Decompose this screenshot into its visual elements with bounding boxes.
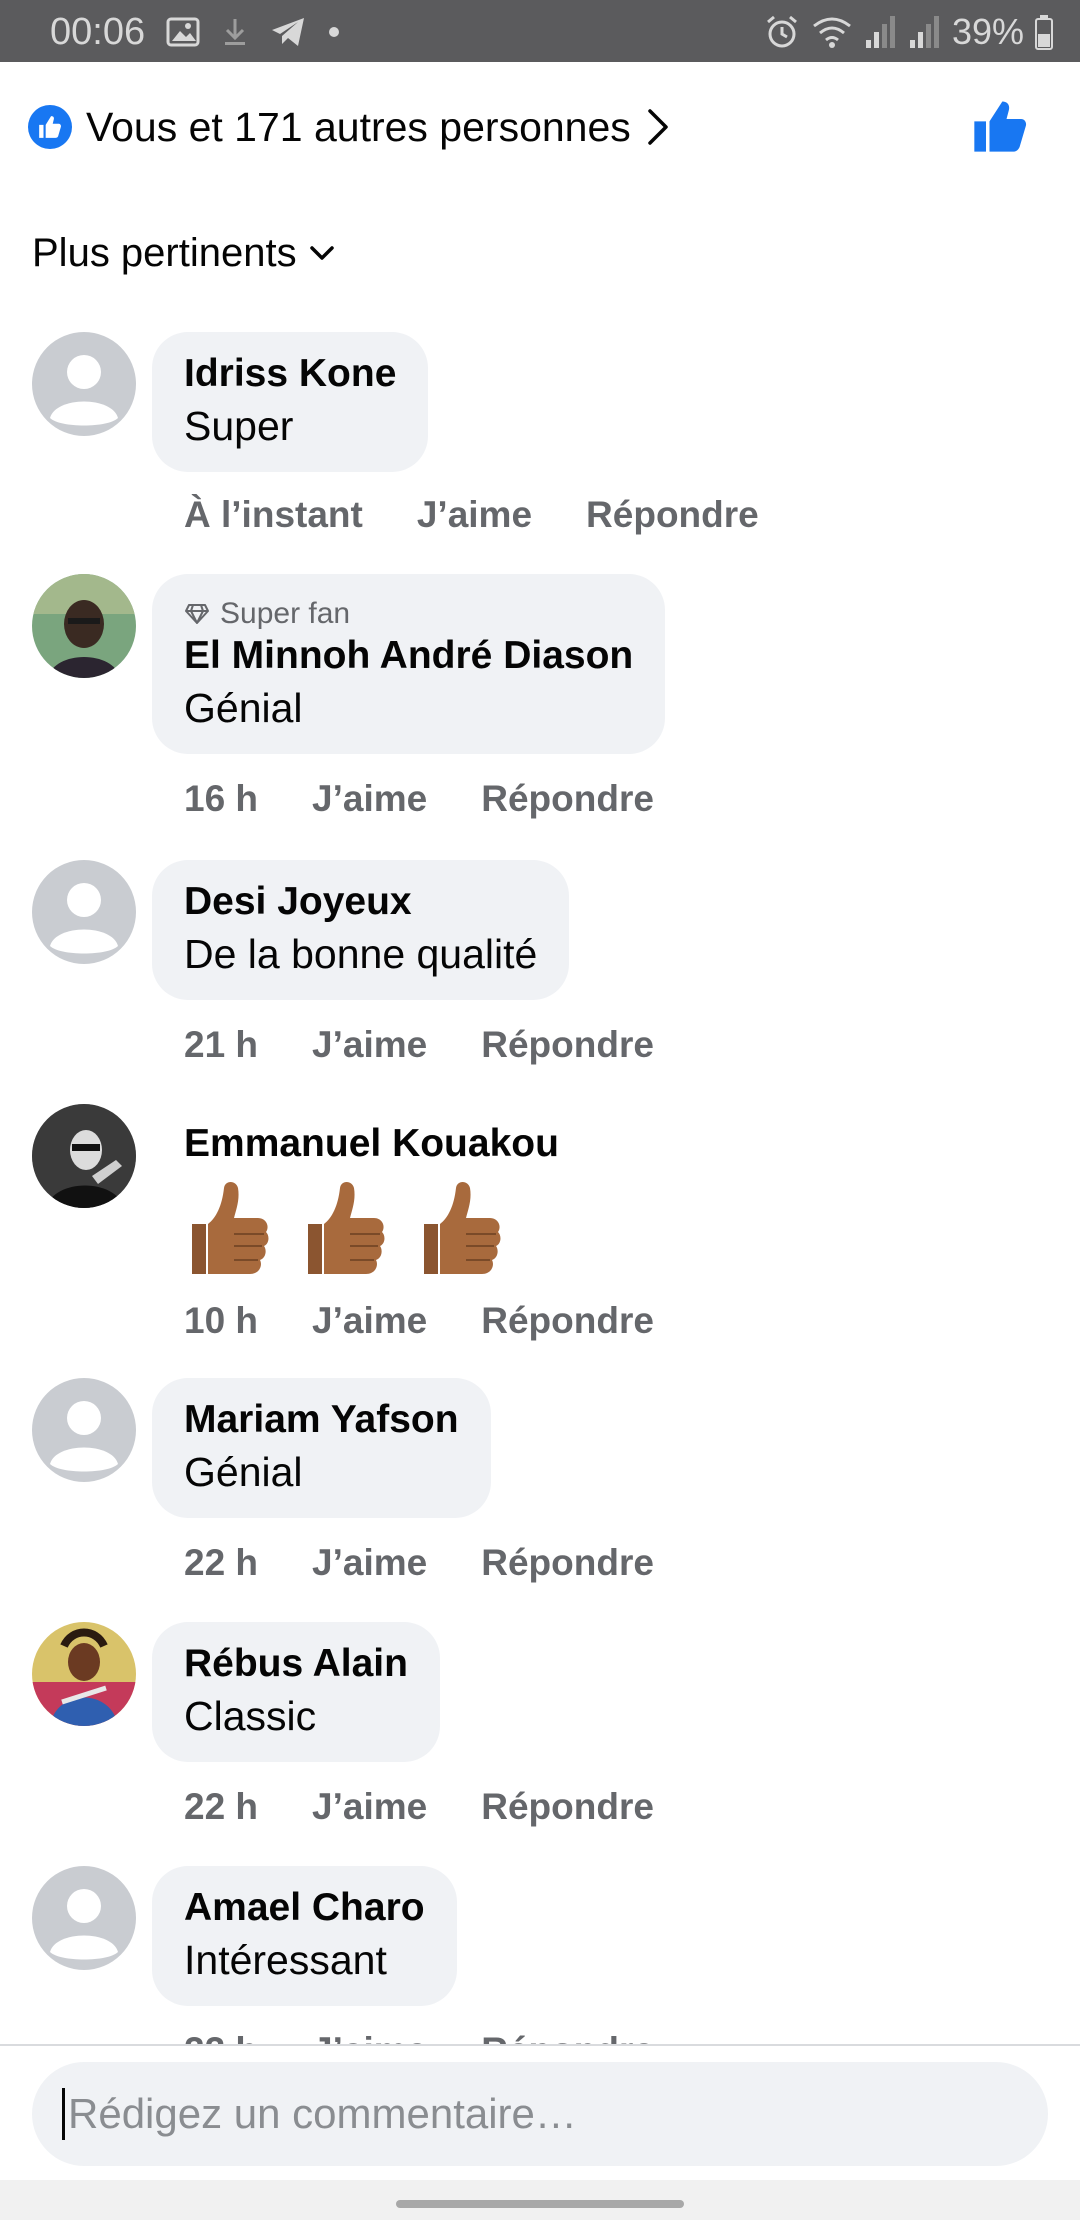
like-button[interactable]: J’aime — [312, 1300, 427, 1342]
avatar[interactable] — [32, 1622, 136, 1726]
diamond-icon — [185, 604, 209, 624]
reply-button[interactable]: Répondre — [481, 778, 654, 820]
comment-time[interactable]: 16 h — [184, 778, 258, 820]
comment-actions: 16 h J’aime Répondre — [184, 778, 708, 820]
text-cursor — [62, 2088, 65, 2140]
comment-time[interactable]: 10 h — [184, 1300, 258, 1342]
reactions-summary[interactable]: Vous et 171 autres personnes — [28, 100, 669, 154]
avatar[interactable] — [32, 1866, 136, 1970]
chevron-right-icon — [647, 108, 669, 146]
emoji-reaction — [184, 1178, 559, 1278]
comment-time[interactable]: 21 h — [184, 1024, 258, 1066]
comment-text: De la bonne qualité — [184, 931, 538, 977]
like-button[interactable]: J’aime — [312, 1542, 427, 1584]
chevron-down-icon — [309, 245, 335, 261]
like-button[interactable]: J’aime — [312, 778, 427, 820]
comment-bubble[interactable]: Super fan El Minnoh André Diason Génial — [152, 574, 666, 754]
comment-actions: 22 h J’aime Répondre — [184, 1786, 708, 1828]
battery-icon — [1035, 15, 1053, 50]
comment-actions: 22 h J’aime Répondre — [184, 1542, 708, 1584]
like-button[interactable]: J’aime — [312, 1024, 427, 1066]
badge-label: Super fan — [220, 597, 351, 630]
comment-text: Génial — [184, 685, 303, 731]
comment-text: Intéressant — [184, 1937, 387, 1983]
thumbs-up-emoji-icon — [192, 1182, 269, 1274]
comment-actions: 10 h J’aime Répondre — [184, 1300, 708, 1342]
like-post-button[interactable] — [970, 96, 1030, 156]
comment-time[interactable]: 22 h — [184, 1786, 258, 1828]
download-icon — [225, 19, 245, 45]
comment-time[interactable]: 22 h — [184, 1542, 258, 1584]
thumbs-up-emoji-icon — [424, 1182, 501, 1274]
avatar[interactable] — [32, 332, 136, 436]
reply-button[interactable]: Répondre — [481, 1542, 654, 1584]
comment-author[interactable]: Idriss Kone — [184, 350, 396, 398]
avatar[interactable] — [32, 1104, 136, 1208]
comment-bubble[interactable]: Amael Charo Intéressant — [152, 1866, 457, 2006]
signal-icon-1 — [865, 16, 895, 48]
like-reaction-icon — [28, 105, 72, 149]
comment-actions: 21 h J’aime Répondre — [184, 1024, 708, 1066]
avatar[interactable] — [32, 860, 136, 964]
comment-bubble[interactable]: Emmanuel Kouakou — [152, 1104, 591, 1296]
signal-icon-2 — [909, 16, 939, 48]
comment-text: Super — [184, 403, 294, 449]
status-time: 00:06 — [50, 11, 146, 53]
reply-button[interactable]: Répondre — [481, 1300, 654, 1342]
comment-input[interactable] — [68, 2080, 1018, 2148]
comment-text: Classic — [184, 1693, 317, 1739]
comment-author[interactable]: Mariam Yafson — [184, 1396, 459, 1444]
reply-button[interactable]: Répondre — [481, 1786, 654, 1828]
comment-author[interactable]: Desi Joyeux — [184, 878, 537, 926]
thumbs-up-emoji-icon — [308, 1182, 385, 1274]
comment-composer[interactable] — [32, 2062, 1048, 2166]
system-nav-bar — [0, 2180, 1080, 2220]
telegram-icon — [272, 18, 304, 46]
sort-dropdown[interactable]: Plus pertinents — [32, 226, 335, 280]
reactions-summary-text: Vous et 171 autres personnes — [86, 103, 631, 150]
gallery-icon — [166, 17, 200, 47]
notification-icons — [166, 14, 340, 50]
battery-percent: 39% — [951, 11, 1024, 52]
home-gesture-handle[interactable] — [396, 2200, 684, 2208]
comment-author[interactable]: Emmanuel Kouakou — [184, 1120, 559, 1168]
thumbs-up-icon — [974, 101, 1027, 152]
avatar[interactable] — [32, 1378, 136, 1482]
composer-bar — [0, 2046, 1080, 2176]
comment-bubble[interactable]: Rébus Alain Classic — [152, 1622, 440, 1762]
wifi-icon — [813, 17, 851, 48]
reply-button[interactable]: Répondre — [481, 1024, 654, 1066]
like-button[interactable]: J’aime — [417, 494, 532, 536]
comment-actions: À l’instant J’aime Répondre — [184, 494, 813, 536]
comment-author[interactable]: El Minnoh André Diason — [184, 632, 633, 680]
comment-time[interactable]: À l’instant — [184, 494, 363, 536]
like-button[interactable]: J’aime — [312, 1786, 427, 1828]
comment-bubble[interactable]: Desi Joyeux De la bonne qualité — [152, 860, 570, 1000]
status-bar: 00:06 39% — [0, 0, 1080, 62]
comment-text: Génial — [184, 1449, 303, 1495]
comment-bubble[interactable]: Mariam Yafson Génial — [152, 1378, 491, 1518]
comment-bubble[interactable]: Idriss Kone Super — [152, 332, 429, 472]
system-icons: 39% — [764, 10, 1054, 54]
reply-button[interactable]: Répondre — [586, 494, 759, 536]
dot-icon — [329, 27, 339, 37]
alarm-icon — [766, 15, 797, 48]
avatar[interactable] — [32, 574, 136, 678]
super-fan-badge: Super fan — [184, 596, 633, 632]
sort-label: Plus pertinents — [32, 230, 297, 275]
comment-author[interactable]: Rébus Alain — [184, 1640, 408, 1688]
comment-author[interactable]: Amael Charo — [184, 1884, 425, 1932]
